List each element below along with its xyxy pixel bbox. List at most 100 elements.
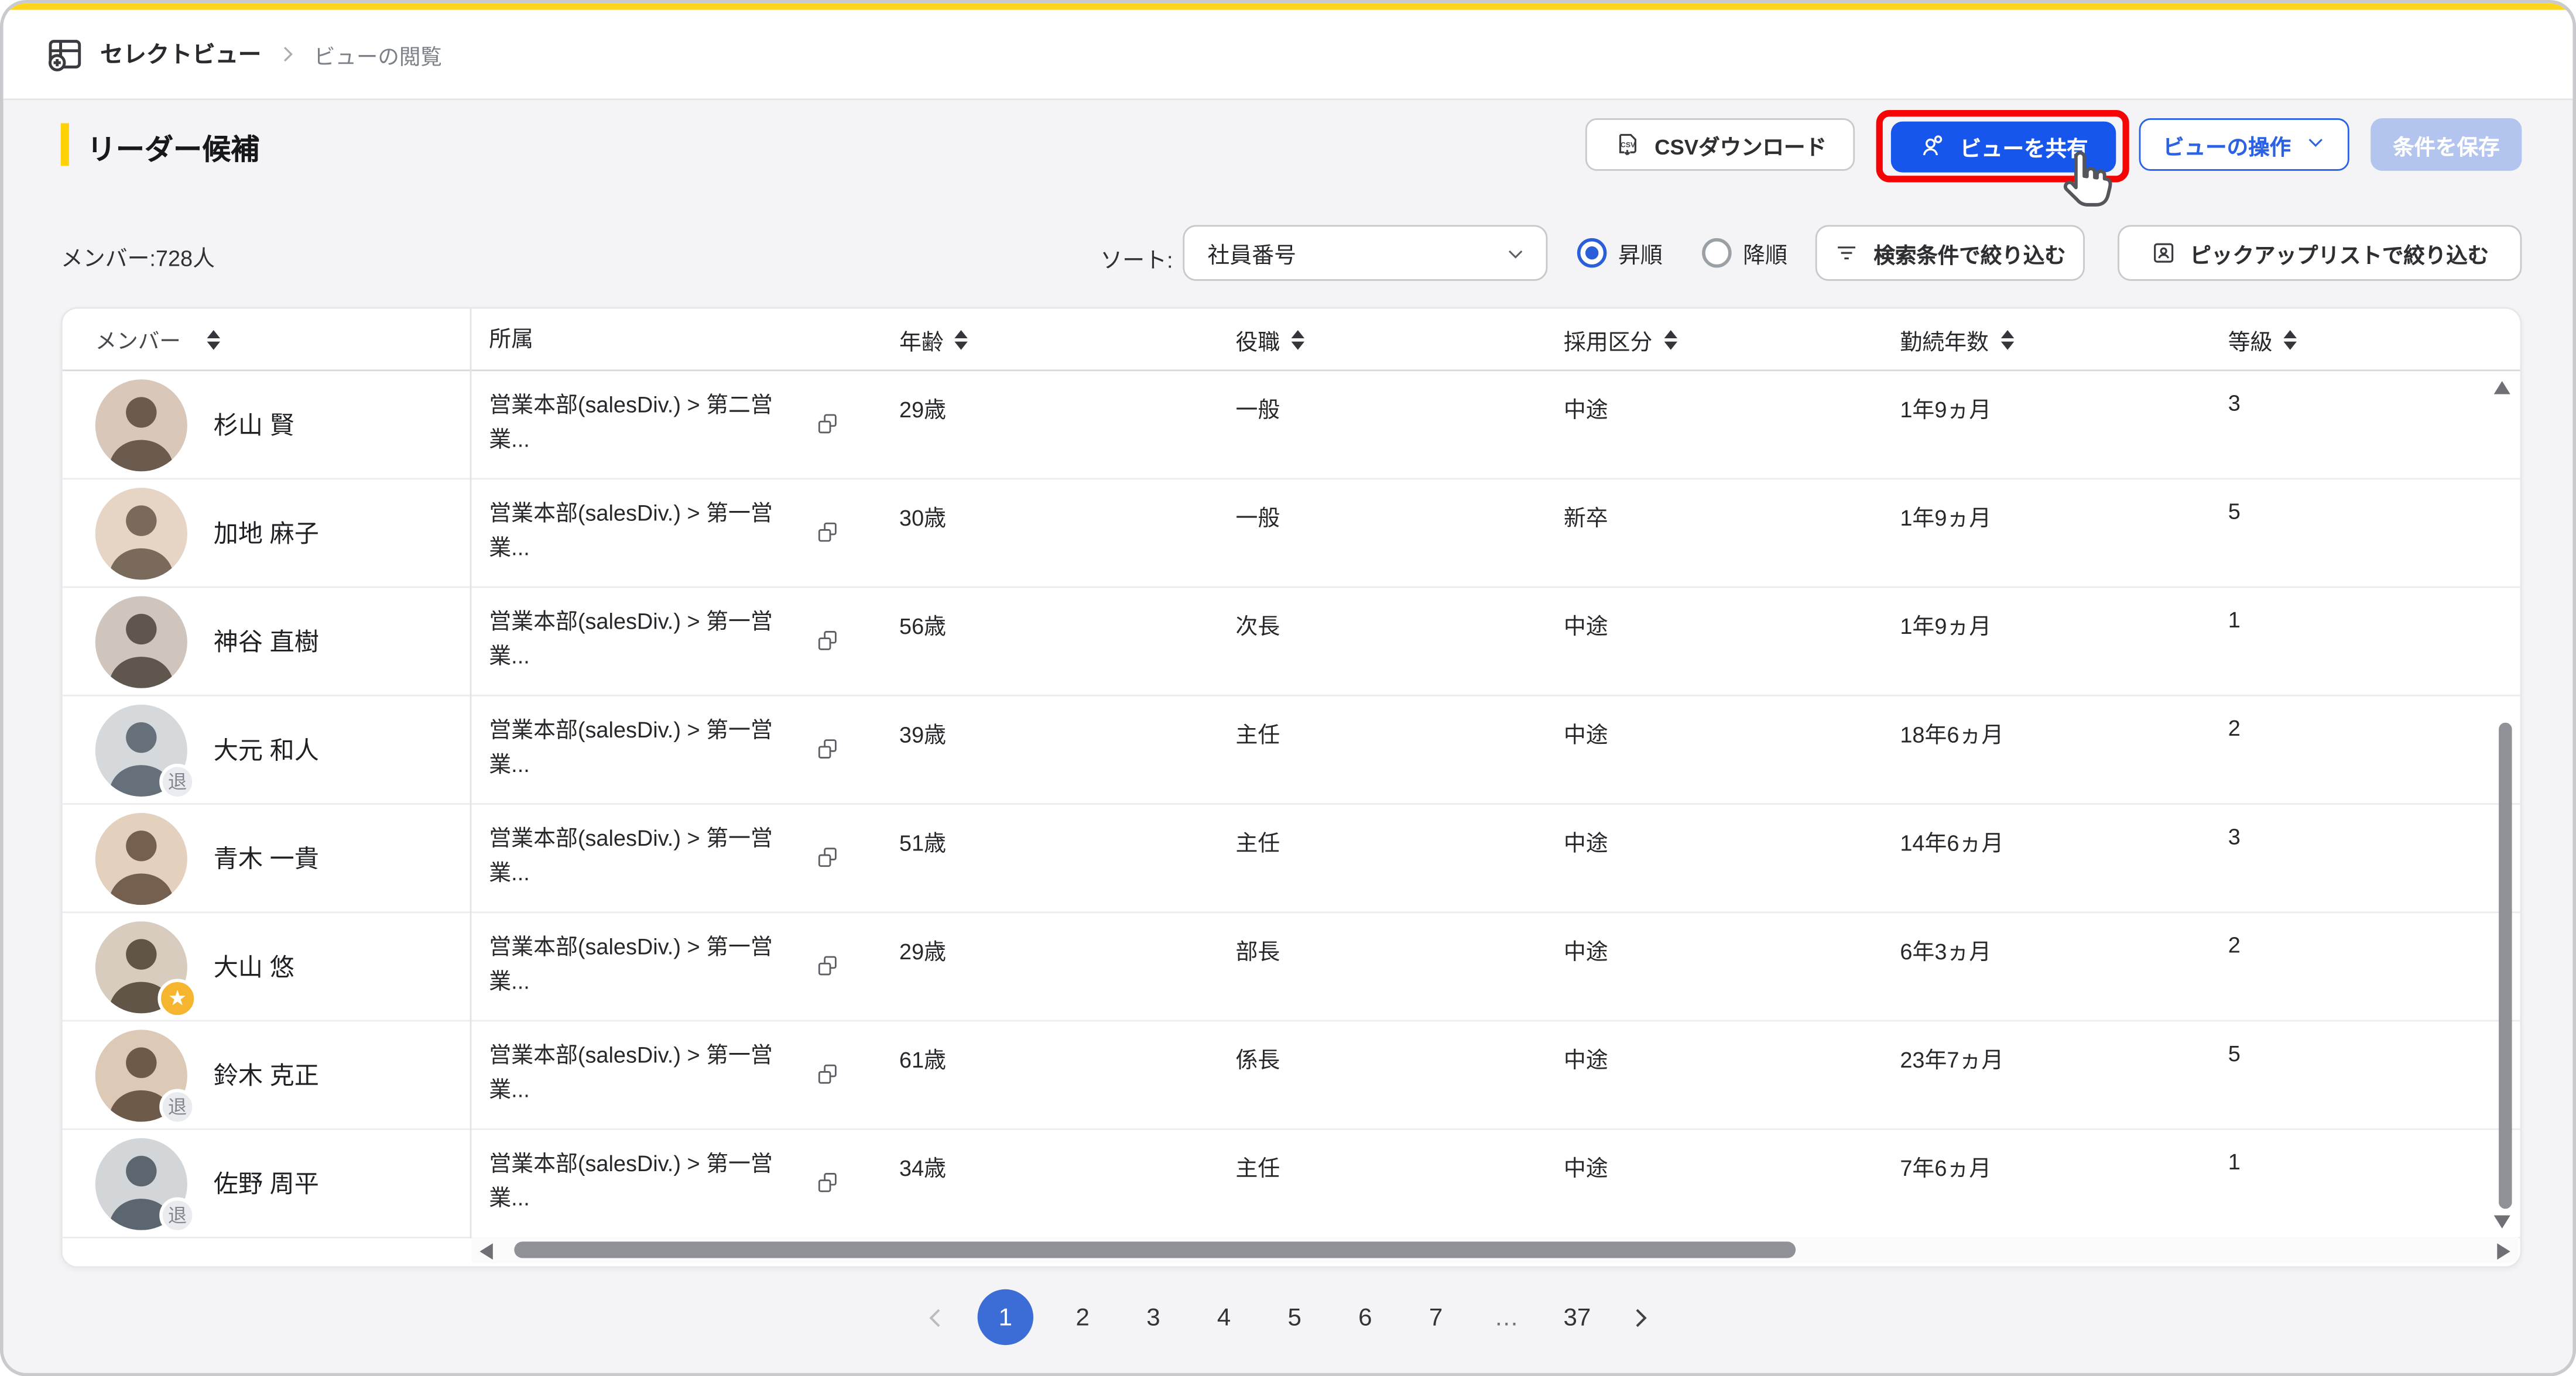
table-row[interactable]: 退 大元 和人 営業本部(salesDiv.) > 第一営業... 39歳 主任… [63,696,2520,805]
retired-badge: 退 [159,1196,196,1233]
filter-icon [1834,240,1861,266]
member-name: 加地 麻子 [214,516,319,550]
position-cell: 主任 [1214,1130,1542,1237]
tenure-cell: 23年7ヵ月 [1879,1021,2207,1128]
view-operations-label: ビューの操作 [2163,129,2291,160]
table-row[interactable]: 退 鈴木 克正 営業本部(salesDiv.) > 第一営業... 61歳 係長… [63,1021,2520,1130]
pagination-page-1[interactable]: 1 [978,1289,1033,1345]
filter-by-pickup-list-button[interactable]: ピックアップリストで絞り込む [2118,225,2522,280]
position-cell: 主任 [1214,805,1542,911]
column-header[interactable]: 採用区分 [1542,322,1878,355]
horizontal-scrollbar [471,1237,2518,1263]
expand-icon[interactable] [816,953,842,989]
title-accent-bar [61,123,69,166]
position-cell: 係長 [1214,1021,1542,1128]
pagination-page-37[interactable]: 37 [1556,1289,1598,1345]
view-operations-button[interactable]: ビューの操作 [2139,118,2349,171]
sort-arrows-icon [955,330,968,349]
vertical-scrollbar-down-arrow[interactable] [2494,1216,2510,1229]
column-header[interactable]: 等級 [2207,322,2520,355]
expand-icon[interactable] [816,1169,842,1206]
sort-field-select[interactable]: 社員番号 [1183,225,1547,280]
pagination-page-5[interactable]: 5 [1273,1289,1316,1345]
tenure-cell: 1年9ヵ月 [1879,479,2207,586]
tenure-cell: 6年3ヵ月 [1879,913,2207,1020]
vertical-scrollbar-up-arrow[interactable] [2494,381,2510,394]
radio-selected-icon [1577,238,1607,268]
horizontal-scrollbar-thumb[interactable] [514,1241,1796,1258]
avatar [95,487,187,579]
member-name: 大山 悠 [214,949,294,984]
expand-icon[interactable] [816,411,842,447]
avatar [95,379,187,471]
column-header[interactable]: 役職 [1214,322,1542,355]
expand-icon[interactable] [816,1061,842,1097]
sort-order-descending-radio[interactable]: 降順 [1702,225,1787,280]
pagination-page-2[interactable]: 2 [1061,1289,1104,1345]
org-path: 営業本部(salesDiv.) > 第二営業... [489,387,781,457]
member-name: 佐野 周平 [214,1166,319,1200]
hand-pointer-cursor-icon [2052,145,2121,214]
pagination-page-4[interactable]: 4 [1203,1289,1245,1345]
pagination-page-3[interactable]: 3 [1132,1289,1174,1345]
expand-icon[interactable] [816,519,842,555]
csv-download-label: CSVダウンロード [1654,129,1827,160]
org-path: 営業本部(salesDiv.) > 第一営業... [489,713,781,782]
avatar [95,812,187,904]
table-body: 杉山 賢 営業本部(salesDiv.) > 第二営業... 29歳 一般 中途… [63,371,2520,1240]
org-path: 営業本部(salesDiv.) > 第一営業... [489,821,781,890]
recruit-type-cell: 新卒 [1542,479,1878,586]
column-header-label: メンバー [95,324,181,355]
table-row[interactable]: 杉山 賢 営業本部(salesDiv.) > 第二営業... 29歳 一般 中途… [63,371,2520,479]
column-header-label: 勤続年数 [1900,322,1989,355]
member-count: メンバー:728人 [61,240,215,273]
chevron-down-icon [1505,242,1526,263]
pagination-page-7[interactable]: 7 [1414,1289,1457,1345]
column-header[interactable]: メンバー [63,324,470,355]
horizontal-scrollbar-left-arrow[interactable] [479,1243,492,1260]
table-row[interactable]: 青木 一貴 営業本部(salesDiv.) > 第一営業... 51歳 主任 中… [63,805,2520,913]
vertical-scrollbar-thumb[interactable] [2499,723,2512,1209]
grade-cell: 5 [2207,479,2520,586]
member-name: 神谷 直樹 [214,624,319,658]
age-cell: 29歳 [878,371,1214,478]
age-cell: 61歳 [878,1021,1214,1128]
horizontal-scrollbar-right-arrow[interactable] [2497,1243,2510,1260]
position-cell: 一般 [1214,371,1542,478]
table-row[interactable]: 退 佐野 周平 営業本部(salesDiv.) > 第一営業... 34歳 主任… [63,1130,2520,1238]
position-cell: 一般 [1214,479,1542,586]
grade-cell: 1 [2207,588,2520,695]
csv-file-icon: CSV [1614,131,1642,159]
select-view-app-icon [44,34,85,75]
table-header-row: メンバー 所属 年齢 役職 採用区分 勤続年数 等級 [63,309,2520,372]
pagination-page-6[interactable]: 6 [1344,1289,1386,1345]
svg-text:CSV: CSV [1621,140,1636,148]
expand-icon[interactable] [816,736,842,772]
recruit-type-cell: 中途 [1542,696,1878,803]
table-row[interactable]: ★ 大山 悠 営業本部(salesDiv.) > 第一営業... 29歳 部長 … [63,913,2520,1021]
table-row[interactable]: 加地 麻子 営業本部(salesDiv.) > 第一営業... 30歳 一般 新… [63,479,2520,588]
column-header[interactable]: 年齢 [878,322,1214,355]
sort-order-ascending-radio[interactable]: 昇順 [1577,225,1663,280]
save-conditions-label: 条件を保存 [2393,129,2499,160]
page-title: リーダー候補 [87,128,260,169]
age-cell: 29歳 [878,913,1214,1020]
age-cell: 56歳 [878,588,1214,695]
pagination-next-icon[interactable] [1626,1303,1654,1332]
table-row[interactable]: 神谷 直樹 営業本部(salesDiv.) > 第一営業... 56歳 次長 中… [63,588,2520,696]
breadcrumb-app[interactable]: セレクトビュー [100,38,261,71]
column-header: 所属 [470,322,878,356]
grade-cell: 2 [2207,696,2520,803]
column-header-label: 採用区分 [1564,322,1653,355]
expand-icon[interactable] [816,627,842,664]
expand-icon[interactable] [816,844,842,880]
pagination-prev-icon[interactable] [922,1303,950,1332]
age-cell: 39歳 [878,696,1214,803]
csv-download-button[interactable]: CSV CSVダウンロード [1585,118,1855,171]
person-silhouette-icon [95,812,187,904]
app-header: セレクトビュー ビューの閲覧 [4,10,2573,100]
sort-field-value: 社員番号 [1207,236,1296,269]
filter-by-pickup-list-label: ピックアップリストで絞り込む [2190,237,2489,268]
filter-by-condition-button[interactable]: 検索条件で絞り込む [1815,225,2085,280]
column-header[interactable]: 勤続年数 [1879,322,2207,355]
